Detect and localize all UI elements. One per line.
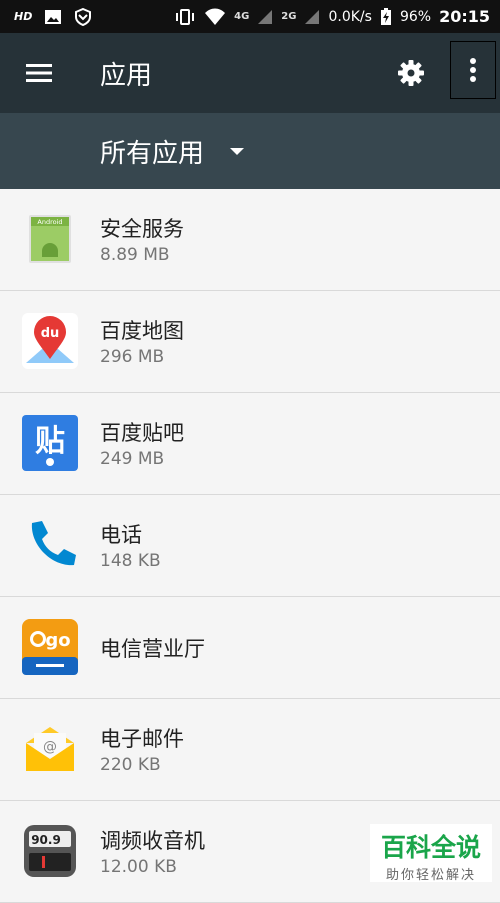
app-list-item[interactable]: go 电信营业厅 [0, 597, 500, 699]
phone-icon [31, 521, 76, 566]
app-list: Android 安全服务 8.89 MB du 百度地图 296 MB 贴 百度… [0, 189, 500, 903]
du-label: du [41, 326, 60, 341]
clock: 20:15 [439, 7, 490, 26]
app-list-item[interactable]: 贴 百度贴吧 249 MB [0, 393, 500, 495]
shield-icon [75, 7, 92, 26]
more-options-button[interactable] [450, 41, 496, 99]
menu-button[interactable] [0, 33, 78, 113]
filter-dropdown[interactable]: 所有应用 [0, 113, 500, 189]
app-name: 百度地图 [100, 319, 184, 343]
app-name: 百度贴吧 [100, 421, 184, 445]
dropdown-arrow-icon [230, 147, 245, 155]
app-size: 249 MB [100, 449, 165, 469]
network-2g-label: 2G [281, 11, 297, 22]
network-speed: 0.0K/s [328, 8, 372, 25]
hamburger-menu-icon [26, 64, 52, 82]
vibrate-icon [176, 8, 195, 25]
hd-indicator: HD [14, 10, 33, 23]
fm-radio-icon: 90.9 [24, 825, 76, 877]
signal-4g-icon [258, 9, 273, 24]
app-list-item[interactable]: @ 电子邮件 220 KB [0, 699, 500, 801]
baidu-map-icon: du [22, 313, 78, 369]
app-name: 调频收音机 [100, 829, 205, 853]
app-name: 电子邮件 [100, 727, 184, 751]
wifi-icon [205, 8, 226, 25]
android-label: Android [37, 218, 62, 226]
telecom-business-hall-icon: go [22, 619, 78, 675]
battery-level: 96% [399, 8, 432, 25]
baidu-tieba-icon: 贴 [22, 415, 78, 471]
status-bar: HD 4G 2G 0.0K/s 96% 20:15 [0, 0, 500, 33]
app-bar: 应用 [0, 33, 500, 113]
signal-2g-icon [305, 9, 320, 24]
email-icon: @ [26, 727, 74, 771]
watermark-subtitle: 助你轻松解决 [385, 868, 476, 883]
ego-label: go [45, 630, 70, 651]
app-name: 安全服务 [100, 217, 184, 241]
battery-charging-icon [380, 7, 391, 25]
app-name: 电信营业厅 [100, 637, 205, 661]
radio-frequency: 90.9 [31, 833, 61, 847]
android-security-service-icon: Android [29, 215, 71, 263]
app-size: 296 MB [100, 347, 165, 367]
watermark: 百科全说 助你轻松解决 [370, 824, 492, 883]
page-title: 应用 [100, 60, 153, 91]
image-icon [45, 9, 62, 24]
more-vertical-icon [470, 58, 476, 82]
app-size: 220 KB [100, 755, 161, 775]
app-list-item[interactable]: 电话 148 KB [0, 495, 500, 597]
svg-text:@: @ [43, 739, 57, 755]
app-size: 148 KB [100, 551, 161, 571]
settings-button[interactable] [388, 45, 434, 101]
tieba-glyph: 贴 [35, 424, 65, 459]
app-size: 8.89 MB [100, 245, 170, 265]
filter-label: 所有应用 [100, 138, 205, 169]
gear-icon [398, 60, 424, 86]
network-4g-label: 4G [234, 11, 250, 22]
watermark-title: 百科全说 [380, 833, 481, 862]
app-list-item[interactable]: du 百度地图 296 MB [0, 291, 500, 393]
app-list-item[interactable]: Android 安全服务 8.89 MB [0, 189, 500, 291]
app-name: 电话 [100, 523, 142, 547]
app-size: 12.00 KB [100, 857, 177, 877]
